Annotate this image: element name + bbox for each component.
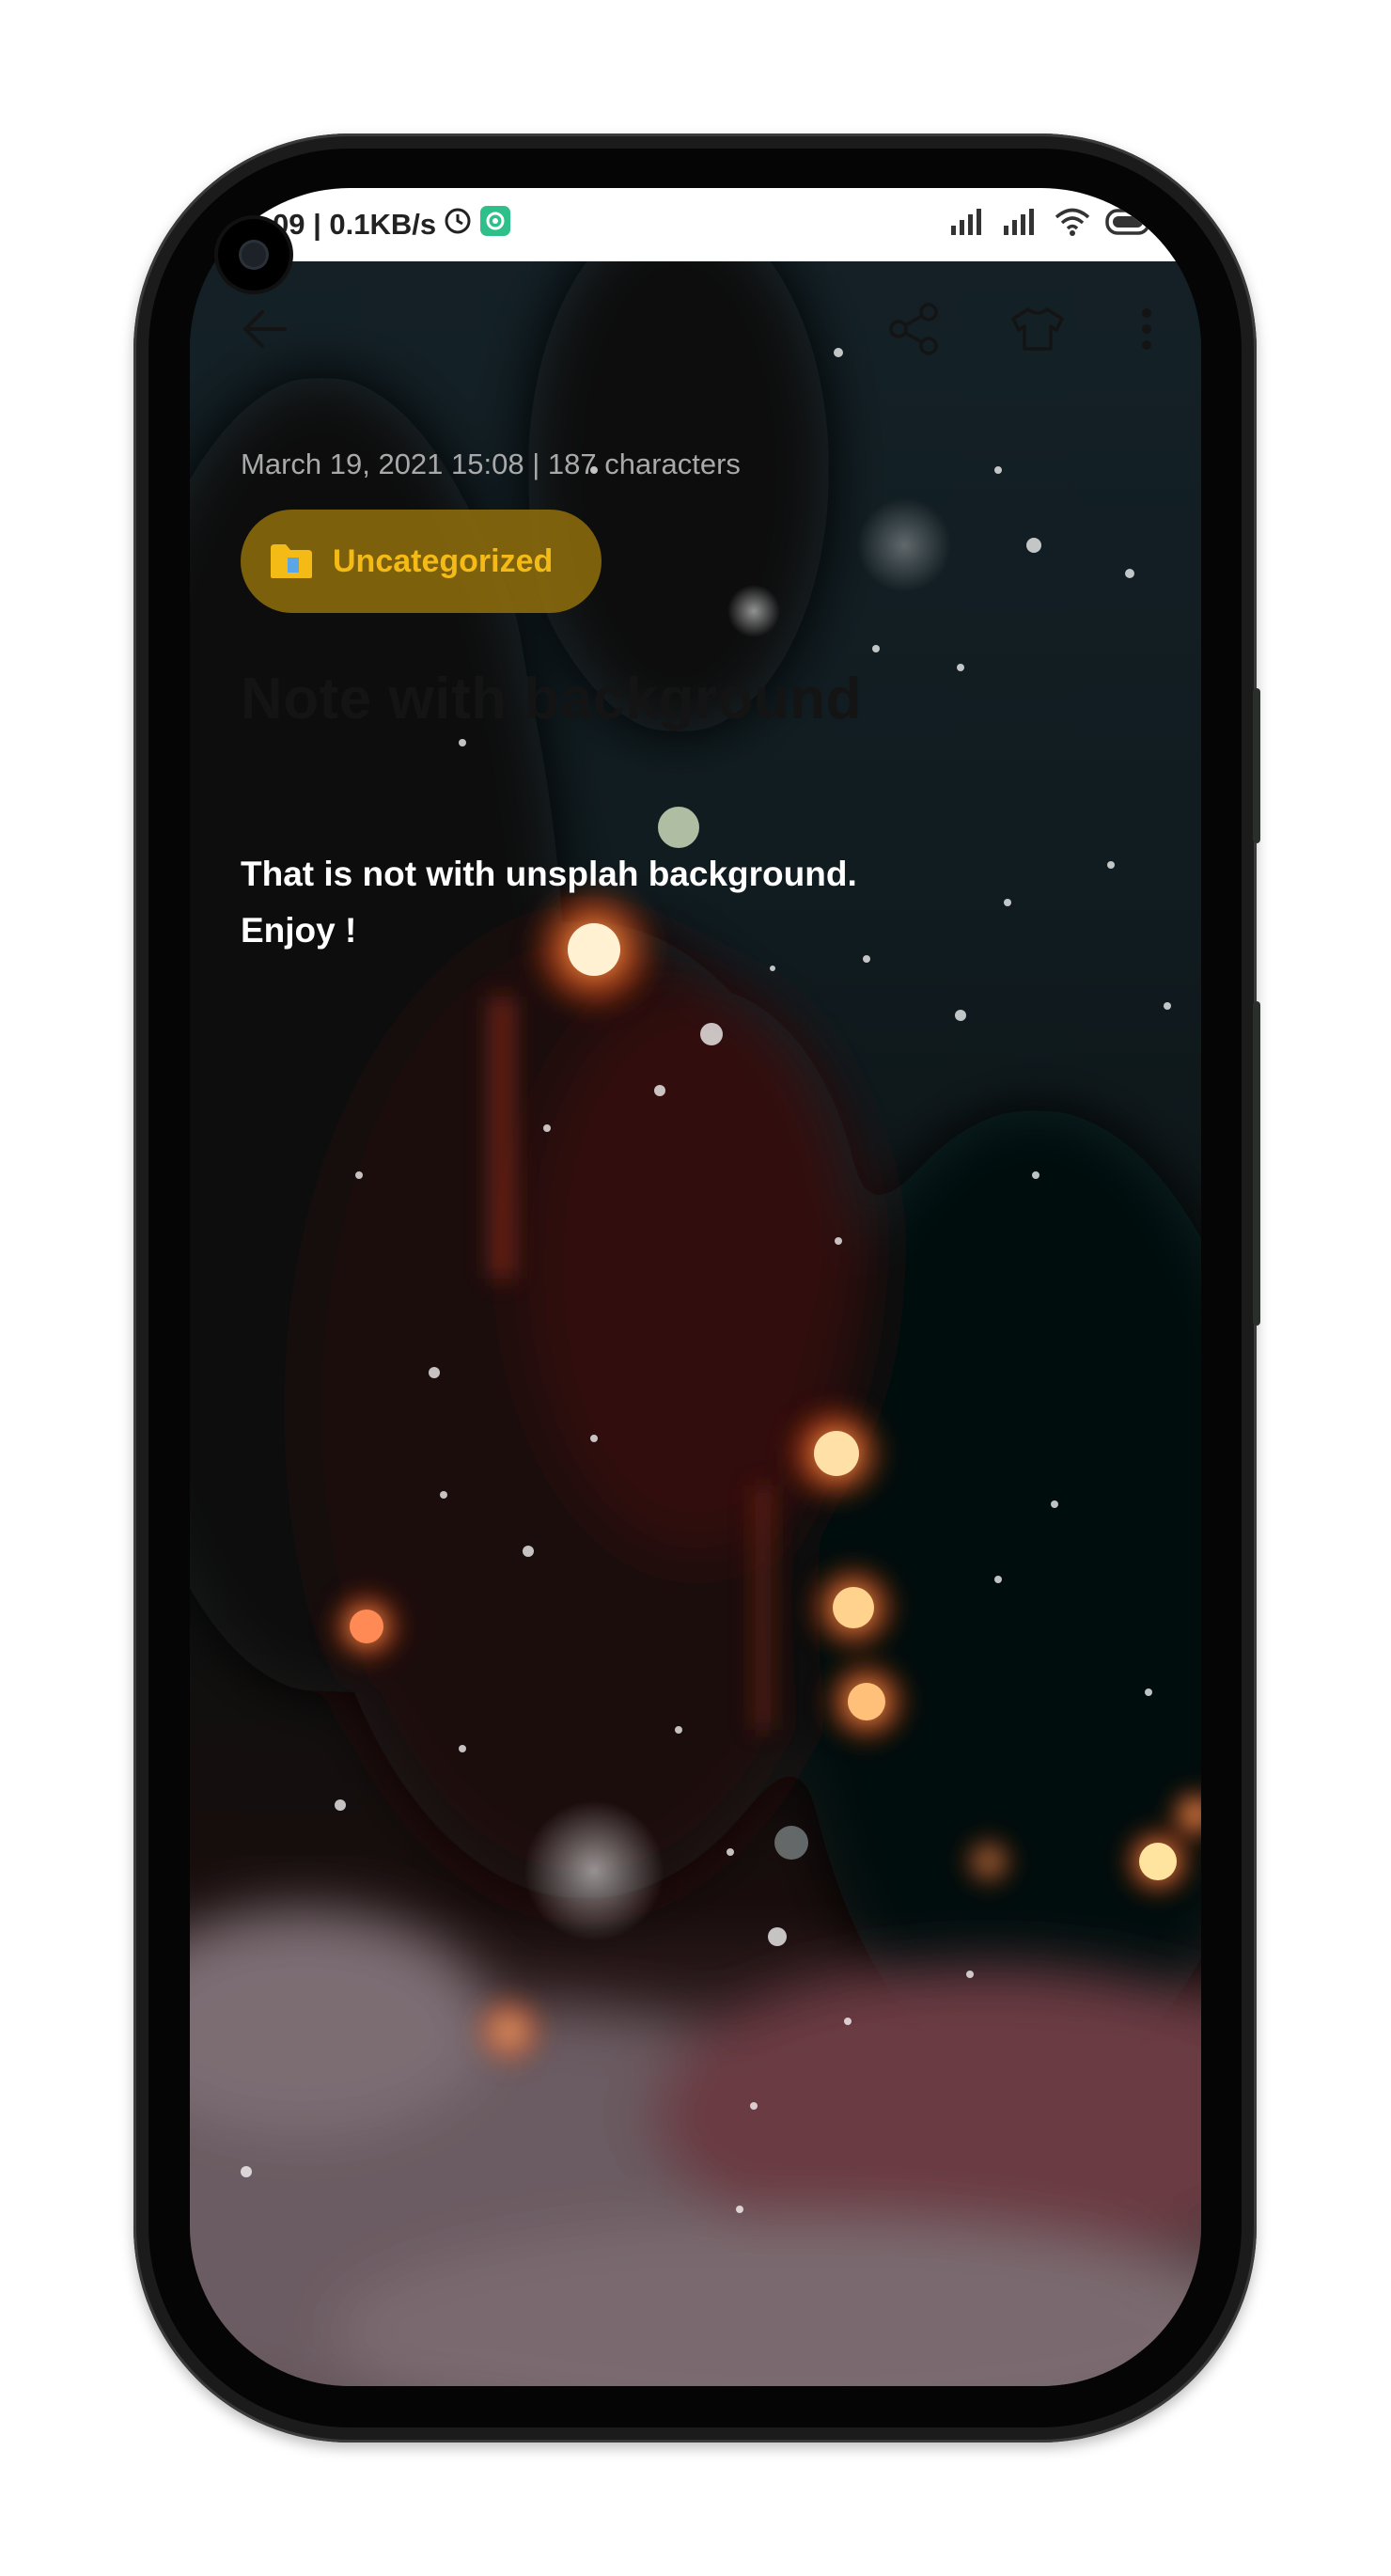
- signal-icon: [949, 207, 987, 242]
- arrow-left-icon: [242, 308, 289, 354]
- more-options-button[interactable]: [1109, 293, 1184, 369]
- note-meta: March 19, 2021 15:08 | 187 characters: [241, 448, 741, 480]
- more-vertical-icon: [1139, 306, 1154, 357]
- volume-button: [1253, 688, 1260, 843]
- app-screen: 09 | 0.1KB/s March 19, 2021 15:08 | 187 …: [190, 188, 1201, 2386]
- shirt-icon: [1009, 306, 1066, 357]
- share-icon: [885, 301, 942, 362]
- status-time-speed: 09 | 0.1KB/s: [273, 208, 437, 241]
- wifi-icon: [1055, 207, 1090, 242]
- folder-icon: [269, 542, 314, 580]
- share-button[interactable]: [876, 293, 951, 369]
- alarm-clock-icon: [444, 207, 472, 243]
- note-title[interactable]: Note with background: [241, 666, 862, 732]
- signal-icon: [1002, 207, 1039, 242]
- status-bar: 09 | 0.1KB/s: [190, 188, 1201, 261]
- back-button[interactable]: [227, 293, 303, 369]
- status-left: 09 | 0.1KB/s: [273, 205, 511, 244]
- note-body[interactable]: That is not with unsplah background. Enj…: [241, 846, 1086, 959]
- status-right: [949, 207, 1152, 242]
- app-notification-icon: [479, 205, 511, 244]
- theme-button[interactable]: [1000, 293, 1075, 369]
- note-body-line: That is not with unsplah background.: [241, 855, 857, 893]
- note-body-line: Enjoy !: [241, 911, 357, 950]
- power-button: [1253, 1001, 1260, 1326]
- battery-icon: [1105, 207, 1152, 242]
- note-toolbar: [190, 261, 1201, 402]
- category-chip[interactable]: Uncategorized: [241, 510, 602, 613]
- front-camera: [218, 219, 289, 291]
- category-label: Uncategorized: [333, 542, 554, 579]
